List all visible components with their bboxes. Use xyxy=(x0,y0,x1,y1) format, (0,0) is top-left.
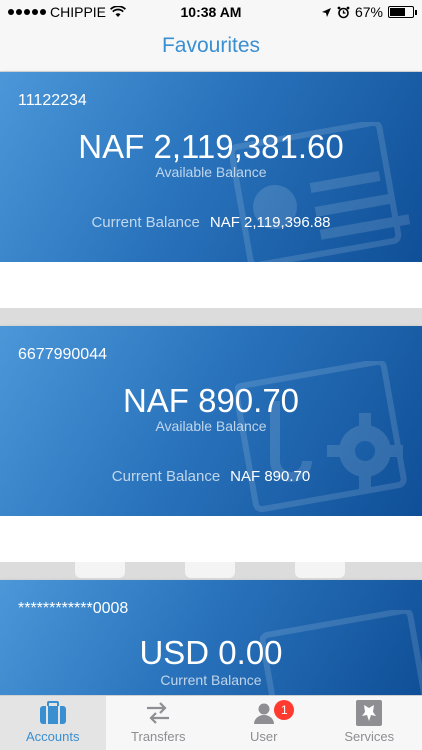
current-balance-amount: NAF 2,119,396.88 xyxy=(209,214,331,231)
card-gap xyxy=(0,516,422,562)
tab-accounts[interactable]: Accounts xyxy=(0,696,106,750)
account-number: 6677990044 xyxy=(18,346,107,363)
available-balance-label: Available Balance xyxy=(155,164,267,180)
tab-label: Accounts xyxy=(26,729,80,744)
services-logo-icon xyxy=(354,699,384,727)
transfer-arrows-icon xyxy=(143,699,173,727)
nav-bar: Favourites xyxy=(0,24,422,72)
account-number: 11122234 xyxy=(18,92,87,109)
current-balance-row: Current Balance NAF 890.70 xyxy=(0,468,422,485)
status-right: 67% xyxy=(321,4,417,20)
battery-percentage: 67% xyxy=(354,4,383,20)
current-balance-label: Current Balance xyxy=(111,468,221,485)
divider-tab xyxy=(75,562,125,578)
current-balance-label: Current Balance xyxy=(91,214,200,231)
current-balance-amount: USD 0.00 xyxy=(139,634,283,671)
briefcase-icon xyxy=(38,699,68,727)
battery-fill xyxy=(390,8,405,16)
available-balance-amount: NAF 2,119,381.60 xyxy=(78,128,344,165)
tab-transfers[interactable]: Transfers xyxy=(106,696,212,750)
tab-label: Services xyxy=(344,729,395,744)
account-card[interactable]: ************0008 USD 0.00 Current Balanc… xyxy=(0,580,422,695)
current-balance-amount: NAF 890.70 xyxy=(230,468,311,485)
current-balance-label: Current Balance xyxy=(160,672,262,688)
current-balance-row: Current Balance NAF 2,119,396.88 xyxy=(0,214,422,231)
account-card[interactable]: 11122234 NAF 2,119,381.60 Available Bala… xyxy=(0,72,422,262)
section-divider xyxy=(0,308,422,326)
tab-label: User xyxy=(250,729,278,744)
tab-label: Transfers xyxy=(131,729,186,744)
available-balance-amount: NAF 890.70 xyxy=(122,382,300,419)
alarm-clock-icon xyxy=(337,6,350,18)
tab-user[interactable]: 1 User xyxy=(211,696,317,750)
divider-tab xyxy=(295,562,345,578)
available-balance-label: Available Balance xyxy=(155,418,267,434)
battery-icon xyxy=(388,6,417,18)
status-bar: CHIPPIE 10:38 AM 67% xyxy=(0,0,422,24)
notification-badge: 1 xyxy=(274,700,295,720)
divider-tab xyxy=(185,562,235,578)
account-number: ************0008 xyxy=(18,600,129,617)
location-arrow-icon xyxy=(321,7,331,17)
tab-bar: Accounts Transfers 1 User Services xyxy=(0,695,422,750)
card-gap xyxy=(0,262,422,308)
page-title: Favourites xyxy=(161,34,261,57)
tab-services[interactable]: Services xyxy=(317,696,422,750)
account-card[interactable]: 6677990044 NAF 890.70 Available Balance … xyxy=(0,326,422,516)
